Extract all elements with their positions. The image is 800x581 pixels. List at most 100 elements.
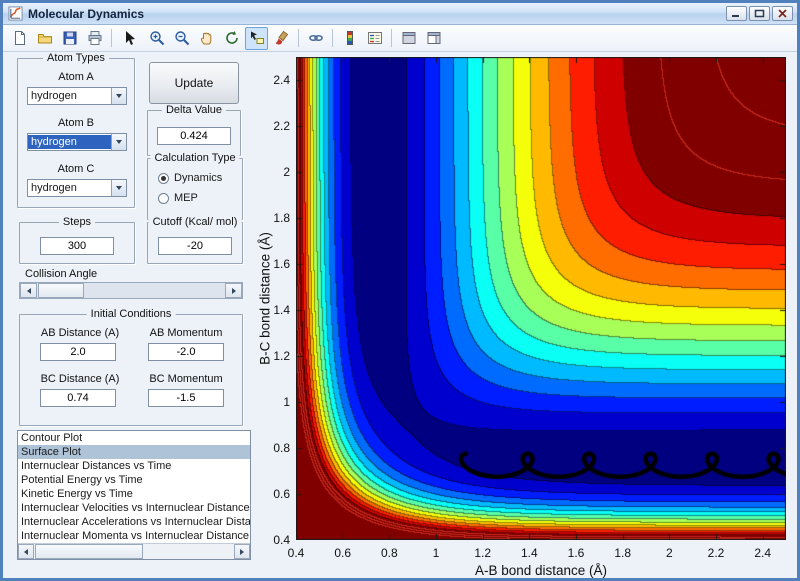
zoom-in-button[interactable] [145,27,168,50]
y-tick-label: 0.6 [273,487,290,501]
y-tick-label: 1.6 [273,257,290,271]
list-item[interactable]: Potential Energy vs Time [18,473,250,487]
bc-momentum-input[interactable] [148,389,224,407]
list-item[interactable]: Surface Plot [18,445,250,459]
bc-distance-input[interactable] [40,389,116,407]
link-plot-button[interactable] [304,27,327,50]
plot-type-listbox[interactable]: Contour Plot Surface Plot Internuclear Dis… [17,430,251,560]
scroll-right-button[interactable] [234,544,250,559]
slider-thumb[interactable] [38,283,84,298]
delta-value-panel: Delta Value [147,104,241,156]
open-file-button[interactable] [33,27,56,50]
print-button[interactable] [83,27,106,50]
atom-b-value: hydrogen [28,135,111,149]
toolbar-separator [298,29,299,47]
close-button[interactable] [772,6,793,21]
x-tick-label: 1.2 [474,546,491,560]
y-tick-label: 1.2 [273,349,290,363]
hide-plot-tools-button[interactable] [397,27,420,50]
y-tick-label: 2.2 [273,119,290,133]
toolbar-separator [332,29,333,47]
new-file-button[interactable] [8,27,31,50]
scroll-thumb[interactable] [35,544,143,559]
y-tick-label: 1 [283,395,290,409]
scroll-left-button[interactable] [18,544,34,559]
maximize-button[interactable] [749,6,770,21]
save-button[interactable] [58,27,81,50]
minimize-icon [732,15,739,17]
rotate-3d-button[interactable] [220,27,243,50]
atom-a-dropdown[interactable]: hydrogen [27,87,127,105]
print-icon [88,31,101,45]
atom-types-panel: Atom Types Atom A hydrogen Atom B hydrog… [17,52,135,208]
list-item[interactable]: Internuclear Momenta vs Internuclear Dis… [18,529,250,543]
x-tick-label: 1 [432,546,440,560]
pan-button[interactable] [195,27,218,50]
open-folder-icon [37,34,52,44]
panel-title: Initial Conditions [86,308,176,320]
new-file-icon [14,31,25,45]
contour-plot-canvas[interactable] [296,57,786,540]
update-button[interactable]: Update [149,62,239,104]
collision-angle-label: Collision Angle [25,268,98,280]
dynamics-radio[interactable]: Dynamics [158,172,222,184]
y-tick-label: 2 [283,165,290,179]
list-item[interactable]: Internuclear Distances vs Time [18,459,250,473]
list-item[interactable]: Internuclear Accelerations vs Internucle… [18,515,250,529]
mep-radio[interactable]: MEP [158,192,198,204]
chevron-down-icon[interactable] [111,134,126,150]
y-tick-label: 2.4 [273,73,290,87]
colorbar-icon [346,31,353,45]
titlebar[interactable]: Molecular Dynamics [3,3,797,25]
slider-right-arrow[interactable] [225,283,242,298]
steps-input[interactable] [40,237,114,255]
cutoff-input[interactable] [158,237,232,255]
x-tick-label: 2.2 [707,546,725,560]
panel-title: Atom Types [43,52,109,64]
x-axis-label: A-B bond distance (Å) [474,563,608,578]
cutoff-panel: Cutoff (Kcal/ mol) [147,216,243,264]
figure-area: Atom Types Atom A hydrogen Atom B hydrog… [3,52,797,578]
brush-button[interactable] [270,27,293,50]
list-item[interactable]: Internuclear Velocities vs Internuclear … [18,501,250,515]
bc-momentum-label: BC Momentum [149,373,223,385]
listbox-hscrollbar[interactable] [18,543,250,559]
list-item[interactable]: Contour Plot [18,431,250,445]
insert-legend-button[interactable] [363,27,386,50]
ab-distance-input[interactable] [40,343,116,361]
collision-angle-slider[interactable] [19,282,243,299]
hand-icon [200,32,211,45]
zoom-in-icon [149,31,164,46]
x-tick-label: 2 [665,546,673,560]
atom-c-dropdown[interactable]: hydrogen [27,179,127,197]
minimize-button[interactable] [726,6,747,21]
y-tick-label: 1.4 [273,303,290,317]
chevron-down-icon[interactable] [111,180,126,196]
app-window: Molecular Dynamics Atom Types Atom A hyd… [0,0,800,581]
initial-conditions-panel: Initial Conditions AB Distance (A) AB Mo… [19,308,243,426]
steps-panel: Steps [19,216,135,264]
chevron-down-icon[interactable] [111,88,126,104]
atom-c-label: Atom C [57,163,95,175]
radio-button-icon [158,192,169,204]
x-tick-label: 2.4 [754,546,771,560]
close-icon [778,9,787,18]
window-title: Molecular Dynamics [28,6,145,21]
x-tick-label: 0.8 [380,546,398,560]
list-item[interactable]: Kinetic Energy vs Time [18,487,250,501]
panel-title: Cutoff (Kcal/ mol) [148,216,242,228]
mep-radio-label: MEP [174,192,198,204]
slider-left-arrow[interactable] [20,283,37,298]
rotate-3d-icon [225,31,238,44]
edit-plot-button[interactable] [117,27,140,50]
data-cursor-button[interactable] [245,26,268,50]
calculation-type-panel: Calculation Type Dynamics MEP [147,152,243,220]
ab-momentum-input[interactable] [148,343,224,361]
atom-b-dropdown[interactable]: hydrogen [27,133,127,151]
show-plot-tools-button[interactable] [422,27,445,50]
x-tick-label: 1.6 [567,546,585,560]
zoom-out-button[interactable] [170,27,193,50]
atom-b-label: Atom B [57,117,95,129]
insert-colorbar-button[interactable] [338,27,361,50]
delta-value-input[interactable] [157,127,231,145]
